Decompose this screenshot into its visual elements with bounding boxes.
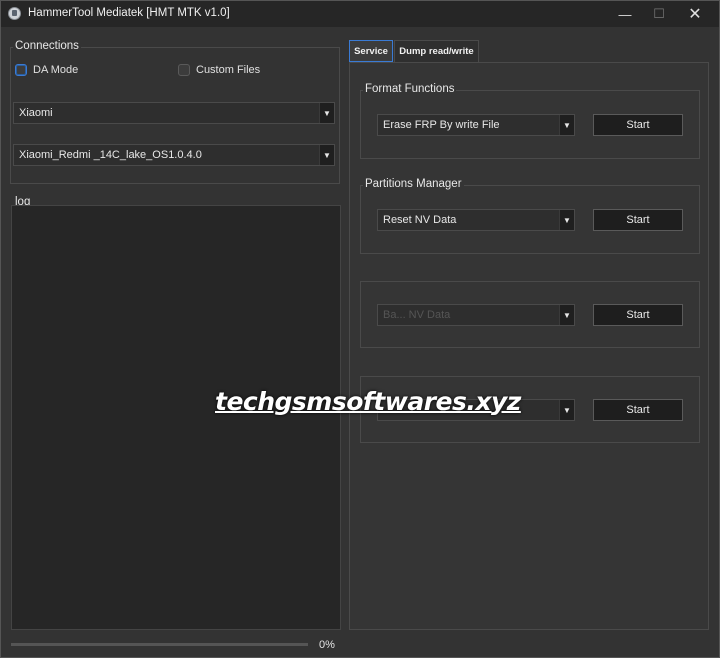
chevron-down-icon[interactable]: ▼ bbox=[559, 115, 574, 135]
brand-select[interactable]: Xiaomi ▼ bbox=[13, 102, 335, 124]
format-function-select[interactable]: Erase FRP By write File ▼ bbox=[377, 114, 575, 136]
tab-service[interactable]: Service bbox=[349, 40, 393, 62]
da-mode-label: DA Mode bbox=[33, 64, 79, 76]
chevron-down-icon[interactable]: ▼ bbox=[319, 103, 334, 123]
partitions-select[interactable]: Reset NV Data ▼ bbox=[377, 209, 575, 231]
partitions-start-button[interactable]: Start bbox=[593, 209, 683, 231]
connections-label: Connections bbox=[13, 40, 81, 52]
model-select-value: Xiaomi_Redmi _14C_lake_OS1.0.4.0 bbox=[19, 149, 202, 161]
format-functions-label: Format Functions bbox=[363, 83, 457, 95]
app-icon bbox=[8, 7, 21, 20]
backup-select-value: Ba... NV Data bbox=[383, 309, 451, 321]
chevron-down-icon[interactable]: ▼ bbox=[559, 210, 574, 230]
app-window: HammerTool Mediatek [HMT MTK v1.0] — ☐ ✕… bbox=[0, 0, 720, 658]
chevron-down-icon[interactable]: ▼ bbox=[559, 400, 574, 420]
custom-files-checkbox-box[interactable] bbox=[178, 64, 190, 76]
format-function-select-value: Erase FRP By write File bbox=[383, 119, 500, 131]
tab-dump-read-write[interactable]: Dump read/write bbox=[394, 40, 479, 62]
log-output[interactable] bbox=[11, 205, 341, 630]
brand-select-value: Xiaomi bbox=[19, 107, 53, 119]
chevron-down-icon[interactable]: ▼ bbox=[319, 145, 334, 165]
da-mode-checkbox[interactable]: DA Mode bbox=[15, 64, 78, 76]
format-start-button[interactable]: Start bbox=[593, 114, 683, 136]
partitions-select-value: Reset NV Data bbox=[383, 214, 457, 226]
progress-percent: 0% bbox=[319, 639, 335, 651]
custom-files-label: Custom Files bbox=[196, 64, 261, 76]
custom-files-checkbox[interactable]: Custom Files bbox=[178, 64, 260, 76]
close-button[interactable]: ✕ bbox=[673, 1, 717, 27]
extra-start-button[interactable]: Start bbox=[593, 399, 683, 421]
chevron-down-icon[interactable]: ▼ bbox=[559, 305, 574, 325]
backup-start-button[interactable]: Start bbox=[593, 304, 683, 326]
partitions-manager-label: Partitions Manager bbox=[363, 178, 464, 190]
backup-select[interactable]: Ba... NV Data ▼ bbox=[377, 304, 575, 326]
progress-bar bbox=[11, 643, 308, 646]
model-select[interactable]: Xiaomi_Redmi _14C_lake_OS1.0.4.0 ▼ bbox=[13, 144, 335, 166]
title-bar: HammerTool Mediatek [HMT MTK v1.0] — ☐ ✕ bbox=[1, 1, 719, 27]
window-title: HammerTool Mediatek [HMT MTK v1.0] bbox=[28, 7, 230, 19]
watermark-text: techgsmsoftwares.xyz bbox=[215, 387, 521, 416]
da-mode-checkbox-box[interactable] bbox=[15, 64, 27, 76]
